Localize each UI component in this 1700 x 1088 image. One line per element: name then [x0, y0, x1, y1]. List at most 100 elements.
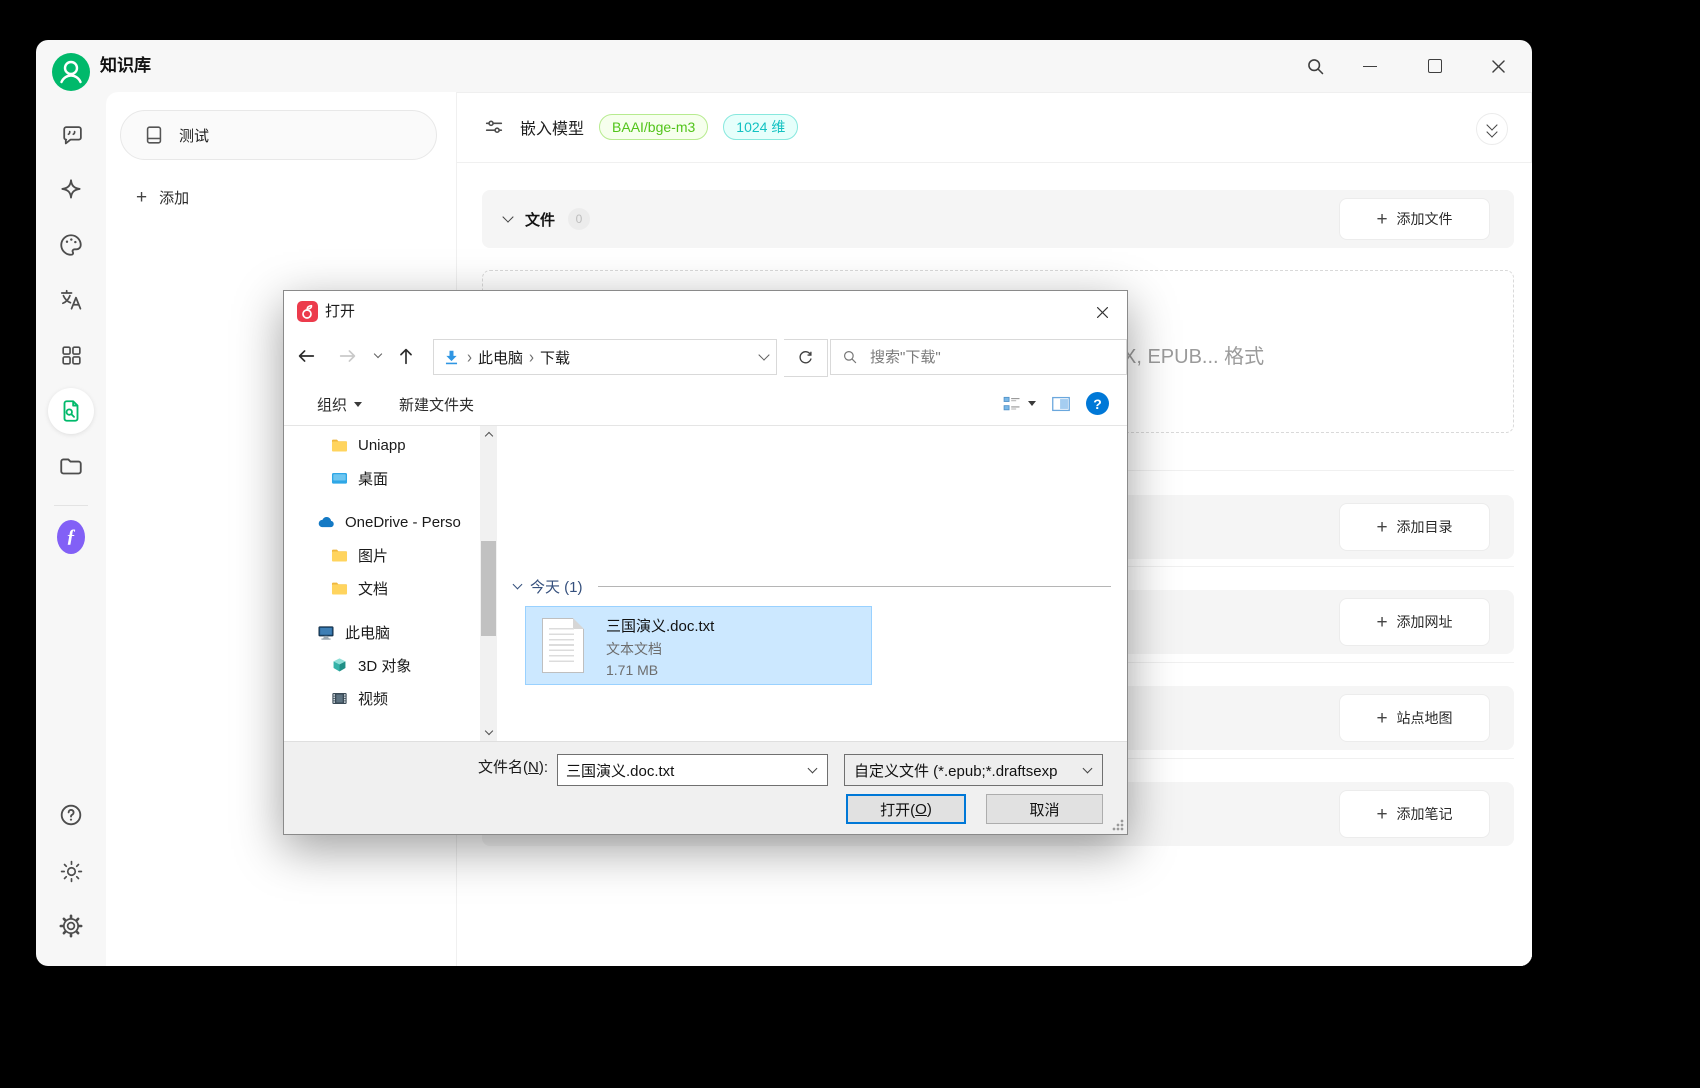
tree-item-desktop[interactable]: 桌面 — [284, 462, 480, 495]
chevron-down-icon[interactable] — [758, 349, 770, 361]
tree-scrollbar[interactable] — [480, 426, 497, 741]
titlebar-search-button[interactable] — [1301, 52, 1329, 80]
gear-icon — [59, 914, 83, 938]
plus-icon: + — [1376, 707, 1388, 729]
dialog-close-button[interactable] — [1087, 298, 1117, 326]
organize-label: 组织 — [317, 397, 348, 414]
breadcrumb-downloads[interactable]: 下载 — [540, 347, 570, 368]
maximize-icon — [1428, 59, 1442, 73]
collapse-all-button[interactable] — [1476, 113, 1508, 145]
sidebar-item-apps[interactable] — [57, 341, 85, 369]
new-folder-button[interactable]: 新建文件夹 — [399, 394, 474, 415]
arrow-up-icon — [400, 348, 412, 365]
back-button[interactable] — [294, 344, 318, 368]
open-button[interactable]: 打开(O) — [846, 794, 966, 824]
minimize-button[interactable] — [1356, 52, 1384, 80]
triangle-down-icon — [1028, 401, 1036, 406]
app-titlebar: 知识库 — [36, 40, 1532, 92]
recent-locations-button[interactable] — [370, 344, 386, 368]
chevron-down-icon — [807, 763, 818, 773]
knowledge-item-test[interactable]: 测试 — [120, 110, 437, 160]
view-mode-button[interactable] — [1002, 394, 1036, 414]
minapp-icon: ƒ — [57, 520, 85, 554]
cube-icon — [333, 658, 346, 672]
breadcrumb[interactable]: › 此电脑 › 下载 — [433, 339, 777, 375]
cancel-button[interactable]: 取消 — [986, 794, 1103, 824]
breadcrumb-this-pc[interactable]: 此电脑 — [478, 347, 523, 368]
cherry-studio-icon — [297, 301, 318, 322]
folder-icon — [331, 582, 348, 595]
sun-icon — [60, 860, 82, 882]
tree-item-documents[interactable]: 文档 — [284, 572, 480, 605]
plus-icon: + — [1376, 611, 1388, 633]
arrow-left-icon — [298, 350, 315, 362]
add-file-button[interactable]: + 添加文件 — [1339, 198, 1490, 240]
dialog-body: Uniapp 桌面 OneDrive - Perso 图片 文档 此电脑 3D … — [284, 426, 1127, 741]
file-size: 1.71 MB — [606, 662, 659, 678]
sidebar-item-files[interactable] — [57, 453, 85, 481]
sitemap-button[interactable]: + 站点地图 — [1339, 694, 1490, 742]
file-item-selected[interactable]: 三国演义.doc.txt 文本文档 1.71 MB — [525, 606, 872, 685]
scrollbar-thumb[interactable] — [481, 541, 496, 636]
close-icon — [1096, 306, 1108, 318]
sliders-icon — [485, 120, 503, 134]
open-file-dialog: 打开 › 此电脑 › 下载 搜索"下载" 组织 新建文件夹 ? Uniapp 桌… — [283, 290, 1128, 835]
dialog-toolbar: 组织 新建文件夹 ? — [284, 386, 1127, 426]
add-notes-label: 添加笔记 — [1396, 806, 1453, 822]
text-file-icon — [542, 618, 584, 673]
person-icon — [60, 60, 82, 84]
tree-item-videos[interactable]: 视频 — [284, 682, 480, 715]
chevron-down-icon — [502, 211, 514, 223]
filename-combobox[interactable] — [557, 754, 828, 786]
dialog-help-button[interactable]: ? — [1086, 392, 1109, 415]
folder-icon — [331, 439, 348, 452]
dialog-search-box[interactable] — [830, 339, 1127, 375]
refresh-button[interactable] — [784, 339, 828, 377]
add-directory-button[interactable]: + 添加目录 — [1339, 503, 1490, 551]
chevron-up-icon — [484, 431, 493, 441]
sidebar-item-agents[interactable] — [57, 176, 85, 204]
add-notes-button[interactable]: + 添加笔记 — [1339, 790, 1490, 838]
sidebar-item-knowledge-active[interactable] — [48, 388, 94, 434]
sidebar-item-settings[interactable] — [57, 912, 85, 940]
knowledge-header: 嵌入模型 BAAI/bge-m3 1024 维 — [457, 92, 1532, 163]
tree-item-3d-objects[interactable]: 3D 对象 — [284, 649, 480, 682]
filetype-combobox[interactable]: 自定义文件 (*.epub;*.draftsexp — [844, 754, 1103, 786]
sidebar-item-minapp[interactable]: ƒ — [57, 520, 85, 554]
desktop-icon — [331, 472, 348, 484]
sidebar-item-chat[interactable] — [57, 121, 85, 149]
add-knowledge-button[interactable]: + 添加 — [136, 182, 189, 212]
add-directory-label: 添加目录 — [1396, 519, 1453, 535]
maximize-button[interactable] — [1421, 52, 1449, 80]
tree-item-onedrive[interactable]: OneDrive - Perso — [284, 506, 480, 539]
onedrive-icon — [318, 516, 334, 527]
filename-input[interactable] — [558, 761, 809, 779]
forward-button[interactable] — [336, 344, 360, 368]
up-button[interactable] — [394, 344, 418, 368]
add-url-button[interactable]: + 添加网址 — [1339, 598, 1490, 646]
files-section-title: 文件 — [525, 211, 556, 229]
tree-item-pictures[interactable]: 图片 — [284, 539, 480, 572]
files-section-header[interactable]: 文件 0 + 添加文件 — [482, 190, 1514, 248]
drop-hint-text: X, EPUB... 格式 — [1123, 346, 1265, 368]
scroll-down-button[interactable] — [480, 724, 497, 741]
sidebar-item-translate[interactable] — [57, 286, 85, 314]
scroll-up-button[interactable] — [480, 426, 497, 443]
tree-item-this-pc[interactable]: 此电脑 — [284, 616, 480, 649]
dimension-badge: 1024 维 — [723, 114, 799, 140]
add-file-label: 添加文件 — [1396, 211, 1453, 227]
tree-item-uniapp[interactable]: Uniapp — [284, 429, 480, 462]
close-window-button[interactable] — [1484, 52, 1512, 80]
sidebar-item-theme[interactable] — [57, 857, 85, 885]
chevron-down-icon — [373, 349, 383, 359]
app-logo-avatar[interactable] — [52, 53, 90, 91]
sidebar-item-help[interactable] — [57, 801, 85, 829]
preview-pane-button[interactable] — [1050, 393, 1072, 415]
sidebar-item-paintings[interactable] — [57, 231, 85, 259]
search-input[interactable] — [868, 347, 1116, 367]
resize-grip[interactable] — [1112, 819, 1124, 831]
organize-menu-button[interactable]: 组织 — [317, 394, 363, 415]
date-group-header[interactable]: 今天 (1) — [512, 574, 1111, 598]
folder-tree: Uniapp 桌面 OneDrive - Perso 图片 文档 此电脑 3D … — [284, 429, 480, 715]
new-folder-label: 新建文件夹 — [399, 397, 475, 414]
